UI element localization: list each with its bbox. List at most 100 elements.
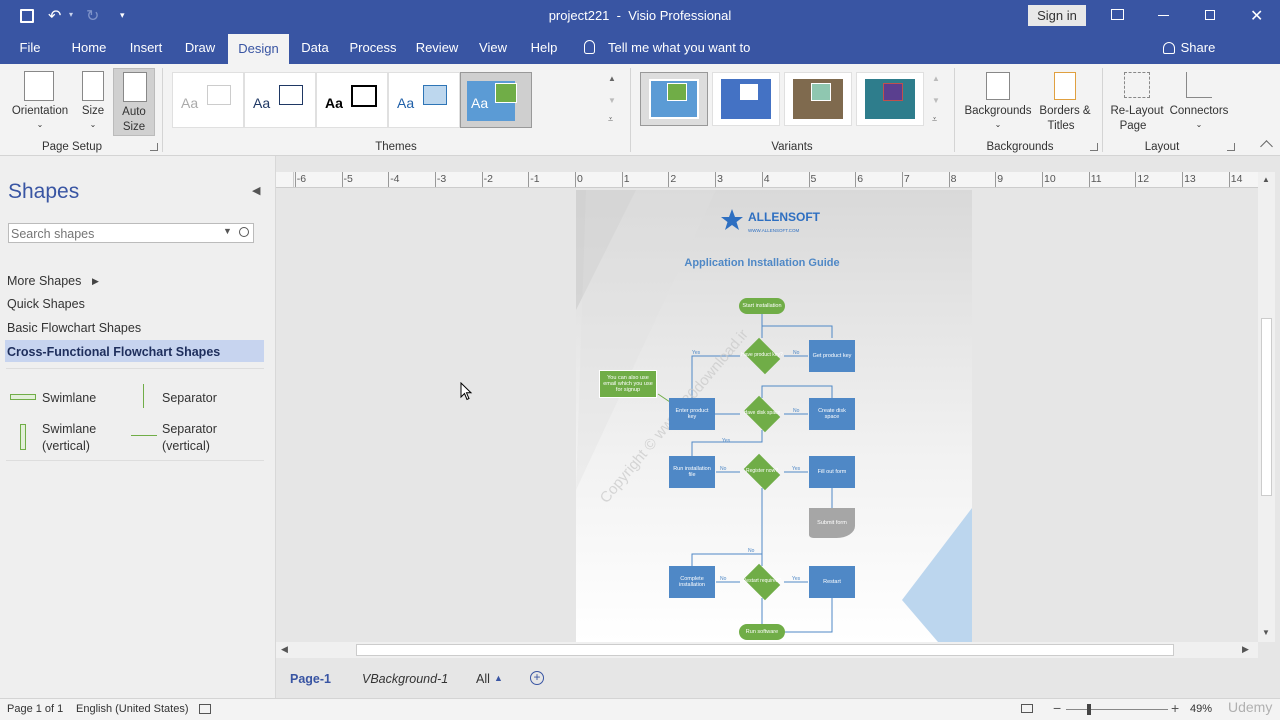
tab-data[interactable]: Data (296, 32, 334, 64)
borders-titles-button[interactable]: Borders & Titles (1036, 68, 1094, 136)
share-button[interactable]: Share (1180, 32, 1216, 64)
horizontal-ruler[interactable]: -6 -5 -4 -3 -2 -1 0 1 2 3 4 5 6 7 8 9 10 11 12 13 14 (294, 172, 1258, 188)
tab-review[interactable]: Review (412, 32, 462, 64)
redo-icon[interactable]: ↻ (86, 6, 99, 26)
tab-insert[interactable]: Insert (124, 32, 168, 64)
page-count[interactable]: Page 1 of 1 (7, 703, 63, 715)
zoom-out-icon[interactable]: − (1053, 700, 1061, 716)
sign-in-button[interactable]: Sign in (1028, 5, 1086, 26)
scroll-down-icon[interactable]: ▼ (1262, 628, 1270, 637)
customize-toolbar-icon[interactable]: ▾ (120, 10, 125, 21)
backgrounds-launcher-icon[interactable] (1090, 143, 1098, 151)
collapse-pane-icon[interactable]: ◀ (252, 184, 260, 197)
re-layout-page-button[interactable]: Re-Layout Page (1108, 68, 1166, 136)
run-software-node[interactable]: Run software (739, 624, 785, 640)
variant-2[interactable] (712, 72, 780, 126)
variant-4[interactable] (856, 72, 924, 126)
tab-process[interactable]: Process (346, 32, 400, 64)
themes-scroll-up-icon[interactable]: ▲ (608, 74, 616, 83)
connectors-button[interactable]: Connectors ⌄ (1168, 68, 1230, 136)
tab-draw[interactable]: Draw (180, 32, 220, 64)
page-setup-launcher-icon[interactable] (150, 143, 158, 151)
add-page-icon[interactable]: + (530, 671, 544, 685)
variant-3[interactable] (784, 72, 852, 126)
variants-scroll-up-icon[interactable]: ▲ (932, 74, 940, 83)
swimlane-icon[interactable] (10, 394, 36, 400)
restart-required-decision[interactable]: Restart required? (740, 563, 784, 601)
separator-icon[interactable] (143, 384, 144, 408)
quick-shapes[interactable]: Quick Shapes (7, 297, 85, 311)
backgrounds-button[interactable]: Backgrounds ⌄ (962, 68, 1034, 136)
zoom-slider-thumb[interactable] (1087, 704, 1091, 715)
horizontal-scroll-thumb[interactable] (356, 644, 1174, 656)
swimlane-vertical-label-2[interactable]: (vertical) (42, 439, 90, 453)
swimlane-vertical-label[interactable]: Swimlane (42, 422, 96, 436)
macro-recorder-icon[interactable] (199, 704, 211, 714)
have-product-key-decision[interactable]: Have product key? (740, 337, 784, 375)
tab-file[interactable]: File (12, 32, 48, 64)
signup-note[interactable]: You can also use email which you use for… (599, 370, 657, 398)
restart-node[interactable]: Restart (809, 566, 855, 598)
run-installation-file-node[interactable]: Run installation file (669, 456, 715, 488)
tab-help[interactable]: Help (524, 32, 564, 64)
variants-scroll-down-icon[interactable]: ▼ (932, 96, 940, 105)
swimlane-label[interactable]: Swimlane (42, 391, 96, 405)
zoom-slider[interactable] (1066, 704, 1168, 715)
save-icon[interactable] (20, 9, 34, 23)
theme-thumb-1[interactable]: Aa (172, 72, 244, 128)
zoom-in-icon[interactable]: + (1171, 700, 1179, 716)
tab-design[interactable]: Design (228, 34, 289, 64)
variants-more-icon[interactable]: ⩡ (932, 114, 937, 125)
vertical-scroll-thumb[interactable] (1261, 318, 1272, 496)
search-input[interactable] (11, 226, 217, 241)
ribbon-display-icon[interactable] (1111, 9, 1124, 20)
have-disk-space-decision[interactable]: Have disk space (740, 395, 784, 433)
cross-functional-flowchart-shapes[interactable]: Cross-Functional Flowchart Shapes (7, 345, 220, 359)
page-tab-page-1[interactable]: Page-1 (290, 672, 331, 686)
enter-product-key-node[interactable]: Enter product key (669, 398, 715, 430)
theme-thumb-4[interactable]: Aa (388, 72, 460, 128)
more-shapes[interactable]: More Shapes (7, 274, 81, 288)
register-now-decision[interactable]: Register now? (740, 453, 784, 491)
auto-size-button[interactable]: Auto Size (113, 68, 155, 136)
themes-more-icon[interactable]: ⩡ (608, 114, 613, 125)
more-shapes-arrow-icon[interactable]: ▶ (92, 276, 99, 287)
variant-1[interactable] (640, 72, 708, 126)
theme-thumb-2[interactable]: Aa (244, 72, 316, 128)
separator-vertical-icon[interactable] (131, 435, 157, 436)
separator-vertical-label[interactable]: Separator (162, 422, 217, 436)
theme-thumb-3[interactable]: Aa (316, 72, 388, 128)
theme-thumb-5-selected[interactable]: Aa (460, 72, 532, 128)
undo-dropdown-icon[interactable]: ▾ (69, 10, 73, 19)
all-pages-button[interactable]: All (476, 672, 490, 686)
page-tab-vbackground-1[interactable]: VBackground-1 (362, 672, 448, 686)
themes-scroll-down-icon[interactable]: ▼ (608, 96, 616, 105)
presentation-mode-icon[interactable] (1021, 704, 1033, 713)
horizontal-scrollbar[interactable]: ◀ ▶ (276, 642, 1258, 658)
tab-view[interactable]: View (474, 32, 512, 64)
undo-icon[interactable]: ↶ (48, 6, 61, 26)
submit-form-node[interactable]: Submit form (809, 508, 855, 538)
size-button[interactable]: Size ⌄ (76, 68, 110, 136)
search-dropdown-icon[interactable]: ▼ (223, 226, 232, 236)
complete-installation-node[interactable]: Complete installation (669, 566, 715, 598)
close-icon[interactable]: ✕ (1250, 6, 1263, 26)
fill-out-form-node[interactable]: Fill out form (809, 456, 855, 488)
tab-home[interactable]: Home (66, 32, 112, 64)
basic-flowchart-shapes[interactable]: Basic Flowchart Shapes (7, 321, 141, 335)
tell-me-search[interactable]: Tell me what you want to do (608, 32, 768, 87)
separator-label[interactable]: Separator (162, 391, 217, 405)
language-indicator[interactable]: English (United States) (76, 703, 189, 715)
swimlane-vertical-icon[interactable] (20, 424, 26, 450)
search-shapes-box[interactable]: ▼ (8, 223, 254, 243)
restore-icon[interactable] (1205, 10, 1215, 20)
search-icon[interactable] (239, 227, 249, 237)
start-installation-node[interactable]: Start installation (739, 298, 785, 314)
scroll-left-icon[interactable]: ◀ (281, 644, 288, 655)
separator-vertical-label-2[interactable]: (vertical) (162, 439, 210, 453)
drawing-page[interactable]: ALLENSOFT WWW.ALLENSOFT.COM Application … (576, 190, 972, 642)
vertical-scrollbar[interactable]: ▲ ▼ (1258, 172, 1275, 642)
scroll-up-icon[interactable]: ▲ (1262, 175, 1270, 184)
scroll-right-icon[interactable]: ▶ (1242, 644, 1249, 655)
zoom-level[interactable]: 49% (1190, 703, 1212, 715)
